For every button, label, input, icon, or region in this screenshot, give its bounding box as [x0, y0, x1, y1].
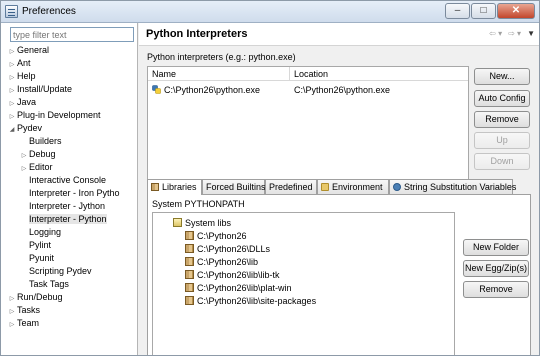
tree-item-tasks[interactable]: ▷ Tasks	[7, 304, 40, 316]
tree-item-ant[interactable]: ▷ Ant	[7, 57, 31, 69]
table-row[interactable]: C:\Python26\python.exe C:\Python26\pytho…	[148, 83, 468, 97]
tree-item-task-tags[interactable]: Task Tags	[29, 278, 69, 290]
remove-interpreter-button[interactable]: Remove	[474, 111, 530, 128]
tree-item-interpreter-iron-python[interactable]: Interpreter - Iron Pytho	[29, 187, 120, 199]
window-title: Preferences	[22, 6, 76, 17]
preferences-window: Preferences – □ ✕ ▷General ▷Ant ▷Help ▷I…	[0, 0, 540, 356]
tree-item-java[interactable]: ▷ Java	[7, 96, 36, 108]
auto-config-button[interactable]: Auto Config	[474, 90, 530, 107]
tree-item-pylint[interactable]: Pylint	[29, 239, 51, 251]
list-item[interactable]: C:\Python26\lib\lib-tk	[185, 269, 280, 281]
page-header: Python Interpreters ⇦ ▾ ⇨ ▾ ▼	[139, 23, 539, 46]
tab-environment[interactable]: Environment	[317, 179, 389, 194]
tree-item-editor[interactable]: ▷ Editor	[19, 161, 53, 173]
collapse-arrow-icon[interactable]: ◢	[7, 124, 17, 136]
new-interpreter-button[interactable]: New...	[474, 68, 530, 85]
close-button[interactable]: ✕	[497, 3, 535, 19]
library-folder-icon	[185, 283, 194, 292]
title-bar: Preferences – □ ✕	[1, 1, 539, 23]
tree-item-scripting-pydev[interactable]: Scripting Pydev	[29, 265, 92, 277]
tree-item-logging[interactable]: Logging	[29, 226, 61, 238]
interpreters-table[interactable]: Name Location C:\Python26\python.exe C:\…	[147, 66, 469, 180]
tree-item-builders[interactable]: Builders	[29, 135, 62, 147]
preferences-app-icon	[5, 5, 18, 18]
filter-input[interactable]	[10, 27, 134, 42]
tree-item-plug-in-development[interactable]: ▷ Plug-in Development	[7, 109, 101, 121]
system-libs-icon	[173, 218, 182, 227]
tree-item-interpreter-python[interactable]: Interpreter - Python	[29, 213, 107, 225]
library-folder-icon	[185, 231, 194, 240]
tree-item-interpreter-jython[interactable]: Interpreter - Jython	[29, 200, 105, 212]
tree-item-pydev[interactable]: ◢ Pydev	[7, 122, 42, 134]
tree-item-help[interactable]: ▷ Help	[7, 70, 36, 82]
window-controls: – □ ✕	[444, 3, 535, 19]
tab-libraries[interactable]: Libraries	[147, 179, 202, 195]
tab-string-substitution-variables[interactable]: String Substitution Variables	[389, 179, 516, 194]
column-header-location[interactable]: Location	[290, 67, 468, 81]
interpreters-label: Python interpreters (e.g.: python.exe)	[147, 52, 296, 62]
python-interpreter-icon	[152, 85, 161, 94]
list-item[interactable]: C:\Python26\DLLs	[185, 243, 270, 255]
preference-page: Python Interpreters ⇦ ▾ ⇨ ▾ ▼ Python int…	[139, 23, 539, 355]
tab-forced-builtins[interactable]: Forced Builtins	[202, 179, 266, 194]
libraries-icon	[151, 183, 159, 191]
pythonpath-label: System PYTHONPATH	[152, 199, 245, 209]
history-navigation: ⇦ ▾ ⇨ ▾ ▼	[489, 29, 535, 38]
library-folder-icon	[185, 296, 194, 305]
tree-item-debug[interactable]: ▷ Debug	[19, 148, 56, 160]
pythonpath-tree[interactable]: System libs C:\Python26 C:\Python26\DLLs…	[152, 212, 455, 355]
tree-item-interactive-console[interactable]: Interactive Console	[29, 174, 106, 186]
library-folder-icon	[185, 270, 194, 279]
variables-icon	[393, 183, 401, 191]
view-menu-icon[interactable]: ▼	[527, 29, 535, 38]
expand-arrow-icon[interactable]: ▷	[7, 319, 17, 331]
maximize-button[interactable]: □	[471, 3, 496, 19]
new-folder-button[interactable]: New Folder	[463, 239, 529, 256]
tree-item-general[interactable]: ▷ General	[7, 44, 49, 56]
tree-item-team[interactable]: ▷ Team	[7, 317, 39, 329]
interpreter-location: C:\Python26\python.exe	[294, 85, 391, 95]
tree-item-pyunit[interactable]: Pyunit	[29, 252, 54, 264]
new-egg-zip-button[interactable]: New Egg/Zip(s)	[463, 260, 529, 277]
forward-arrow-icon[interactable]: ⇨ ▾	[508, 29, 521, 38]
tree-item-system-libs[interactable]: System libs	[173, 217, 231, 229]
library-folder-icon	[185, 257, 194, 266]
page-title: Python Interpreters	[146, 28, 248, 40]
remove-path-button[interactable]: Remove	[463, 281, 529, 298]
tree-item-run-debug[interactable]: ▷ Run/Debug	[7, 291, 63, 303]
down-button[interactable]: Down	[474, 153, 530, 170]
interpreter-name: C:\Python26\python.exe	[164, 85, 261, 95]
up-button[interactable]: Up	[474, 132, 530, 149]
column-header-name[interactable]: Name	[148, 67, 290, 81]
list-item[interactable]: C:\Python26\lib\site-packages	[185, 295, 316, 307]
expand-arrow-icon[interactable]: ▷	[19, 163, 29, 175]
interpreter-tabs: Libraries Forced Builtins Predefined Env…	[147, 179, 531, 195]
tab-predefined[interactable]: Predefined	[265, 179, 317, 194]
environment-icon	[321, 183, 329, 191]
list-item[interactable]: C:\Python26\lib	[185, 256, 258, 268]
preferences-sidebar: ▷General ▷Ant ▷Help ▷Install/Update ▷Jav…	[1, 23, 138, 355]
list-item[interactable]: C:\Python26	[185, 230, 247, 242]
tree-item-install-update[interactable]: ▷ Install/Update	[7, 83, 72, 95]
back-arrow-icon[interactable]: ⇦ ▾	[489, 29, 502, 38]
library-folder-icon	[185, 244, 194, 253]
list-item[interactable]: C:\Python26\lib\plat-win	[185, 282, 292, 294]
libraries-panel: System PYTHONPATH System libs C:\Python2…	[147, 194, 531, 355]
minimize-button[interactable]: –	[445, 3, 470, 19]
